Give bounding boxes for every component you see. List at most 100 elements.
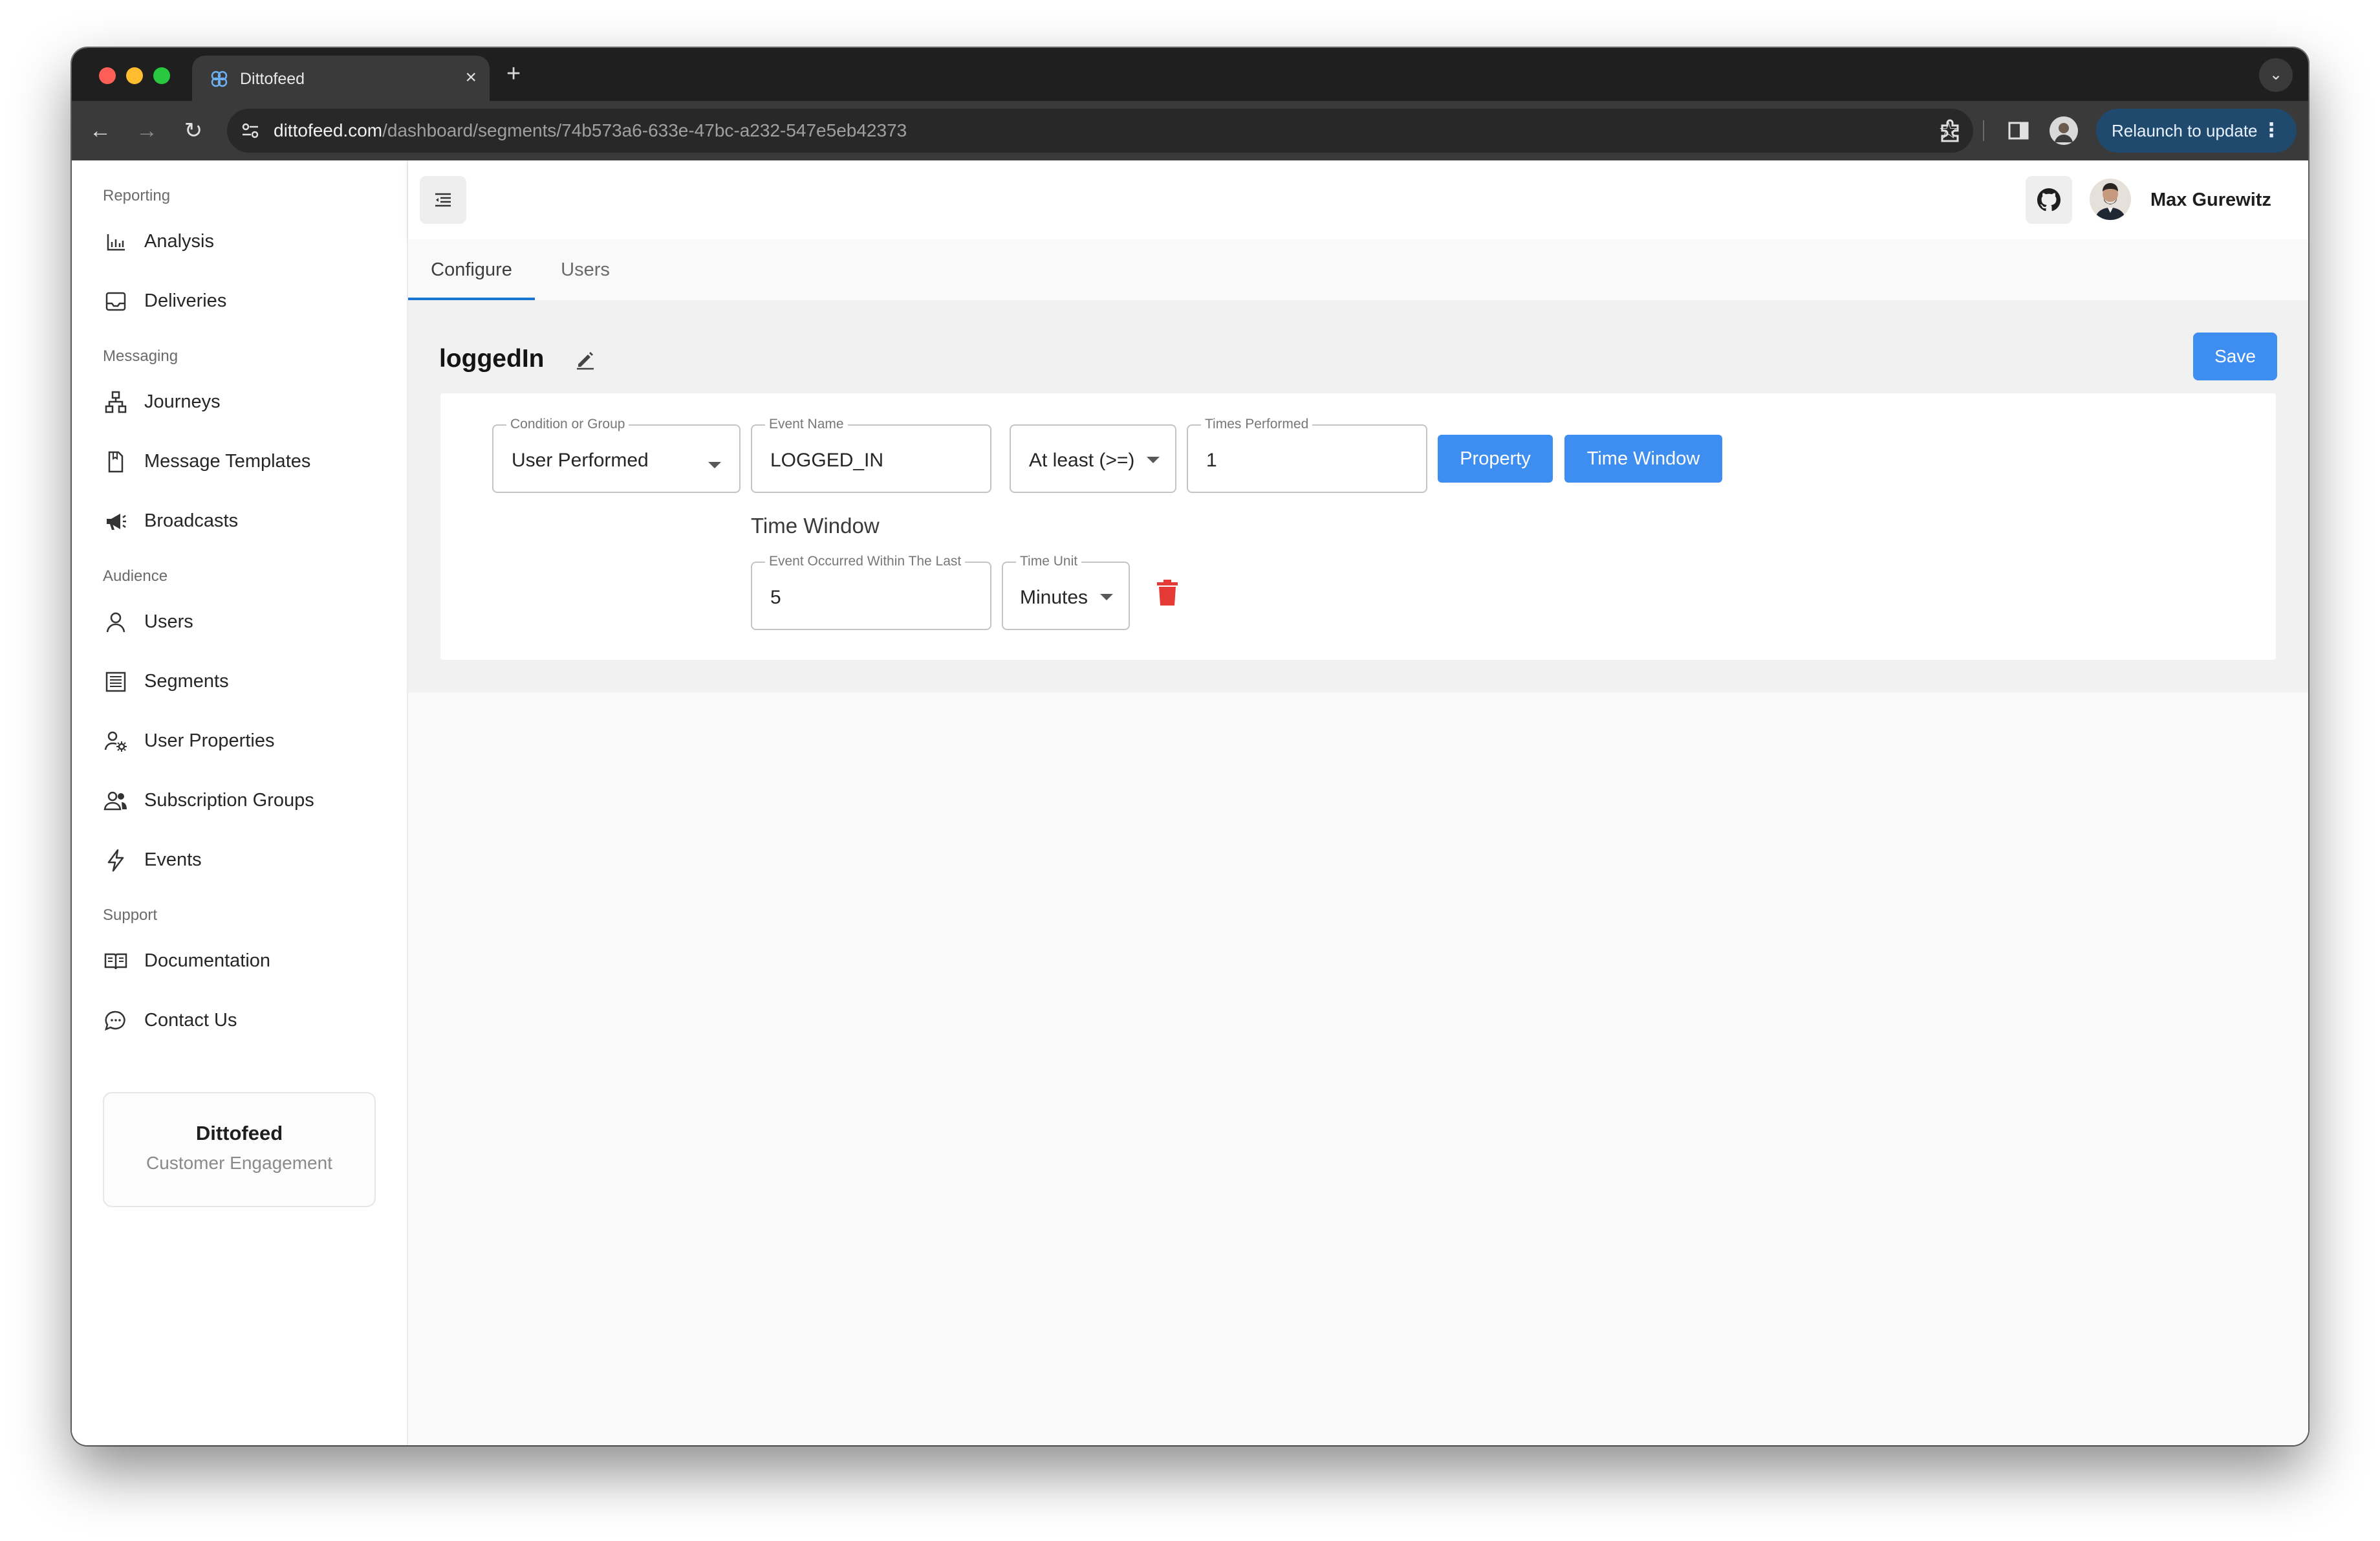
- sidebar-item-message-templates[interactable]: Message Templates: [103, 441, 387, 480]
- brand-subtitle: Customer Engagement: [146, 1153, 332, 1173]
- section-label-messaging: Messaging: [103, 347, 178, 365]
- extensions-icon[interactable]: [1936, 116, 1964, 145]
- times-performed-input[interactable]: Times Performed 1: [1187, 417, 1427, 493]
- bar-chart-icon: [107, 234, 125, 251]
- brand-name: Dittofeed: [195, 1122, 283, 1144]
- caret-down-icon: [708, 462, 721, 468]
- sidebar-item-events[interactable]: Events: [103, 840, 387, 879]
- toolbar-divider: [1983, 120, 1984, 141]
- field-value: LOGGED_IN: [770, 450, 884, 471]
- operator-select[interactable]: At least (>=): [1010, 424, 1176, 493]
- close-window-button[interactable]: [99, 67, 116, 84]
- field-label: Time Unit: [1016, 554, 1082, 569]
- field-value: 1: [1206, 450, 1217, 471]
- new-tab-button[interactable]: +: [506, 61, 521, 87]
- url-path: /dashboard/segments/74b573a6-633e-47bc-a…: [382, 120, 907, 140]
- file-icon: [108, 451, 124, 473]
- browser-tab-dittofeed[interactable]: Dittofeed ×: [192, 56, 490, 101]
- condition-or-group-select[interactable]: Condition or Group User Performed: [492, 417, 741, 493]
- field-label: Times Performed: [1201, 417, 1313, 432]
- section-label-audience: Audience: [103, 567, 168, 585]
- sidebar-item-subscription-groups[interactable]: Subscription Groups: [103, 780, 387, 819]
- profile-avatar-icon[interactable]: [2050, 116, 2078, 145]
- megaphone-icon: [107, 514, 126, 530]
- sidebar-item-label: Journeys: [144, 391, 221, 412]
- address-bar[interactable]: dittofeed.com/dashboard/segments/74b573a…: [227, 109, 1973, 153]
- field-value: 5: [770, 587, 781, 608]
- dittofeed-favicon-icon: [211, 71, 228, 87]
- segment-name: loggedIn: [439, 345, 545, 373]
- sidebar-item-journeys[interactable]: Journeys: [103, 382, 387, 421]
- sidebar-item-analysis[interactable]: Analysis: [103, 221, 387, 260]
- pencil-edit-icon[interactable]: [574, 348, 597, 371]
- caret-down-icon: [1100, 594, 1113, 600]
- app-header: Max Gurewitz: [408, 160, 2308, 239]
- sidebar-item-label: Broadcasts: [144, 510, 239, 531]
- book-icon: [104, 953, 127, 970]
- event-occurred-within-input[interactable]: Event Occurred Within The Last 5: [751, 554, 991, 630]
- browser-toolbar: ← → ↻ dittofeed.com/dashboard/segments/7…: [72, 101, 2308, 160]
- brand-card: Dittofeed Customer Engagement: [103, 1092, 376, 1207]
- forward-button[interactable]: →: [131, 115, 162, 146]
- time-unit-select[interactable]: Time Unit Minutes: [1002, 554, 1130, 630]
- user-avatar[interactable]: [2090, 179, 2131, 220]
- segment-editor: loggedIn Save Condition or Group User Pe…: [408, 300, 2308, 692]
- time-window-button[interactable]: Time Window: [1564, 435, 1722, 483]
- section-label-reporting: Reporting: [103, 187, 171, 204]
- sidebar-item-label: Deliveries: [144, 290, 227, 311]
- delete-trash-icon[interactable]: [1154, 578, 1180, 607]
- sidebar-item-documentation[interactable]: Documentation: [103, 941, 387, 979]
- sidebar-item-label: Documentation: [144, 950, 271, 971]
- sidebar-item-segments[interactable]: Segments: [103, 661, 387, 700]
- save-button[interactable]: Save: [2193, 333, 2277, 380]
- tab-users[interactable]: Users: [535, 239, 636, 300]
- sidebar-item-user-properties[interactable]: User Properties: [103, 721, 387, 760]
- sidebar-item-broadcasts[interactable]: Broadcasts: [103, 501, 387, 540]
- condition-card: Condition or Group User Performed Event …: [440, 393, 2276, 660]
- minimize-window-button[interactable]: [126, 67, 143, 84]
- field-value: At least (>=): [1029, 450, 1135, 471]
- tab-search-button[interactable]: ⌄: [2259, 58, 2293, 92]
- tab-configure[interactable]: Configure: [408, 239, 535, 300]
- tab-title: Dittofeed: [240, 70, 305, 88]
- sitemap-icon: [105, 391, 127, 413]
- reload-button[interactable]: ↻: [178, 115, 209, 146]
- time-window-heading: Time Window: [751, 514, 880, 538]
- user-name[interactable]: Max Gurewitz: [2150, 189, 2271, 211]
- sidebar-item-label: Segments: [144, 671, 229, 692]
- relaunch-label: Relaunch to update: [2112, 121, 2258, 140]
- sidebar-item-users[interactable]: Users: [103, 602, 387, 640]
- user-settings-icon: [104, 731, 127, 752]
- user-icon: [106, 612, 125, 633]
- page-tabs: Configure Users: [408, 239, 2308, 300]
- users-group-icon: [103, 791, 127, 811]
- relaunch-to-update-button[interactable]: Relaunch to update ⋮: [2096, 109, 2297, 153]
- site-settings-icon[interactable]: [240, 120, 261, 141]
- sidebar-toggle-button[interactable]: [420, 176, 466, 224]
- field-label: Event Name: [765, 417, 848, 432]
- back-button[interactable]: ←: [85, 115, 116, 146]
- table-icon: [105, 672, 126, 692]
- maximize-window-button[interactable]: [153, 67, 170, 84]
- sidebar-item-deliveries[interactable]: Deliveries: [103, 281, 387, 320]
- browser-menu-icon[interactable]: ⋮: [2262, 109, 2281, 153]
- field-label: Condition or Group: [506, 417, 629, 432]
- side-panel-icon[interactable]: [2004, 116, 2033, 145]
- sidebar-item-label: User Properties: [144, 730, 275, 751]
- sidebar-item-contact-us[interactable]: Contact Us: [103, 1000, 387, 1039]
- sidebar: Reporting Analysis Deliveries Messaging …: [72, 160, 408, 1445]
- event-name-input[interactable]: Event Name LOGGED_IN: [751, 417, 991, 493]
- field-label: Event Occurred Within The Last: [765, 554, 966, 569]
- url-text: dittofeed.com/dashboard/segments/74b573a…: [274, 120, 907, 141]
- browser-window: Dittofeed × + ⌄ ← → ↻ dittofeed.com/dash…: [72, 48, 2308, 1445]
- property-button[interactable]: Property: [1438, 435, 1553, 483]
- sidebar-item-label: Contact Us: [144, 1010, 237, 1031]
- github-button[interactable]: [2026, 176, 2072, 224]
- lightning-icon: [107, 849, 124, 872]
- menu-collapse-icon: [435, 193, 451, 207]
- inbox-icon: [105, 292, 126, 311]
- tab-close-icon[interactable]: ×: [465, 67, 477, 88]
- section-label-support: Support: [103, 906, 158, 924]
- sidebar-item-label: Events: [144, 849, 202, 870]
- sidebar-item-label: Analysis: [144, 231, 214, 252]
